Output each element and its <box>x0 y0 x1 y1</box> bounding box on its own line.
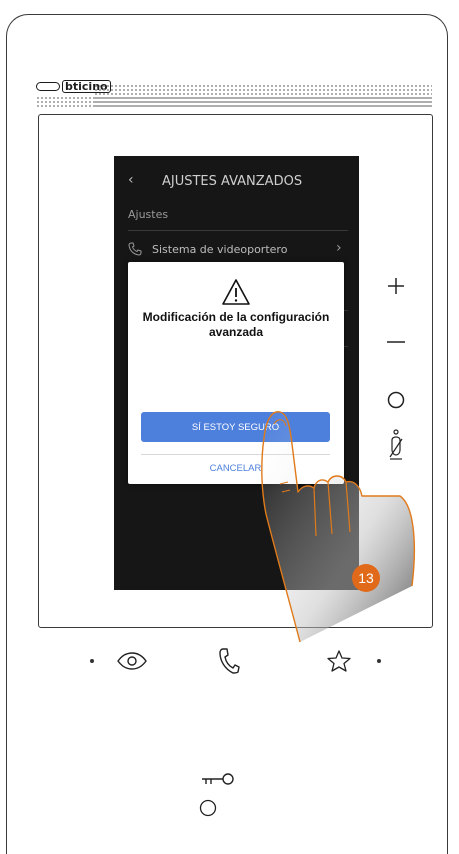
indicator-dot <box>90 659 94 663</box>
menu-item-videoportero[interactable]: Sistema de videoportero › <box>128 240 348 260</box>
warning-triangle-icon <box>222 279 250 305</box>
chevron-left-icon[interactable]: ‹ <box>128 172 134 188</box>
section-label: Ajustes <box>128 208 169 221</box>
menu-item-label: Sistema de videoportero <box>152 243 288 256</box>
step-badge: 13 <box>352 564 380 592</box>
key-icon <box>202 773 234 785</box>
star-icon[interactable] <box>326 649 352 673</box>
logo-pill-icon <box>36 82 60 91</box>
divider <box>128 230 348 231</box>
plus-icon[interactable] <box>386 276 406 296</box>
indicator-dot <box>377 659 381 663</box>
minus-icon[interactable] <box>386 340 406 344</box>
phone-icon <box>128 242 142 256</box>
speaker-grille-lower <box>36 96 432 108</box>
eye-icon[interactable] <box>116 651 148 671</box>
chevron-right-icon: › <box>336 240 342 256</box>
handset-icon[interactable] <box>218 647 240 675</box>
door-release-button[interactable] <box>198 798 218 818</box>
finger-pointer-illustration <box>261 411 416 643</box>
screen-title: AJUSTES AVANZADOS <box>162 174 303 189</box>
dialog-title: Modificación de la configuración avanzad… <box>142 310 330 339</box>
